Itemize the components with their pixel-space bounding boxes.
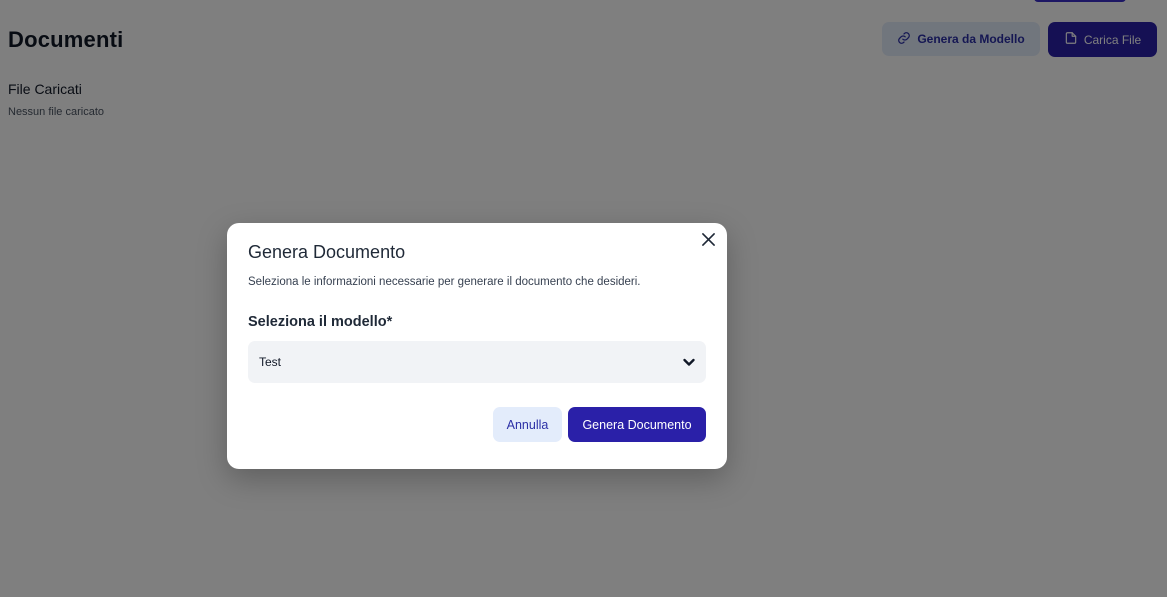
template-select[interactable]: Test [248,341,706,383]
dialog-description: Seleziona le informazioni necessarie per… [248,276,641,288]
chevron-down-icon [681,354,697,370]
close-icon [701,233,715,251]
cancel-button[interactable]: Annulla [493,407,562,442]
template-field-label: Seleziona il modello* [248,314,393,330]
template-select-value: Test [259,355,282,369]
generate-document-button[interactable]: Genera Documento [568,407,706,442]
generate-document-dialog: Genera Documento Seleziona le informazio… [227,223,727,469]
close-button[interactable] [699,233,717,251]
dialog-title: Genera Documento [248,242,406,262]
